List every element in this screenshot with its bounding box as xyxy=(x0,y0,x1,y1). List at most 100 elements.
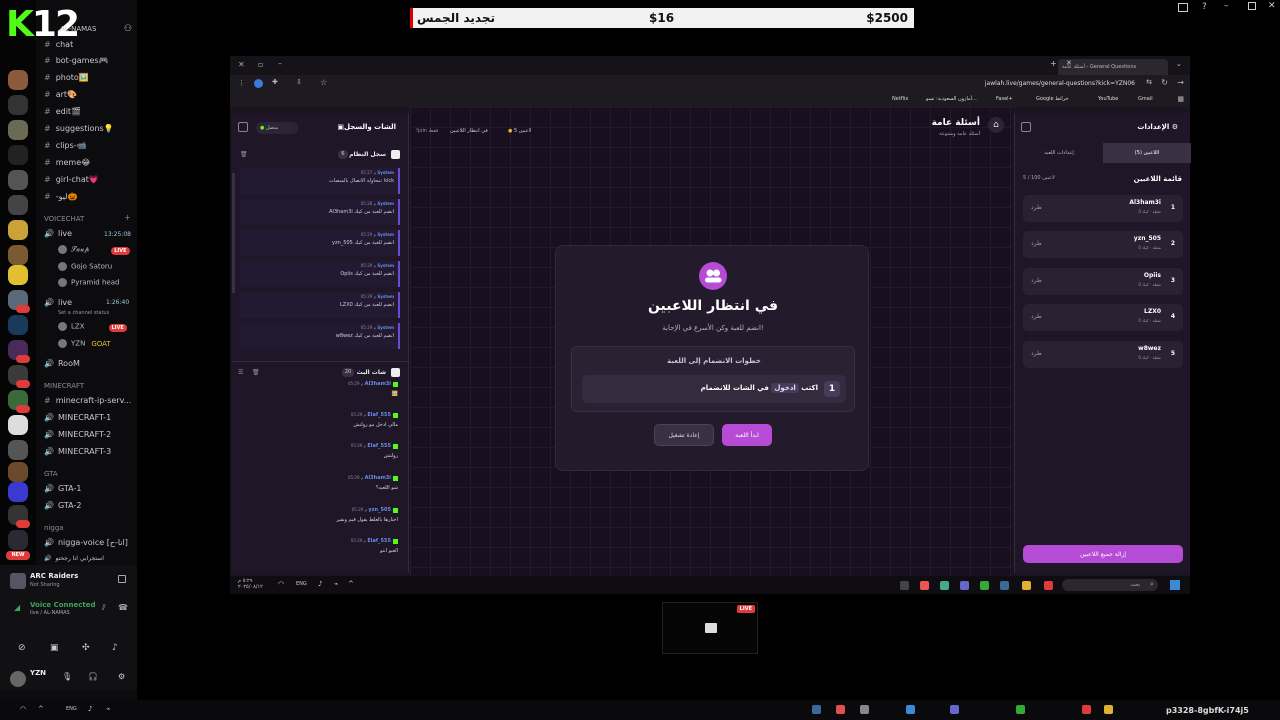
app-icon[interactable] xyxy=(906,705,915,714)
tab-list-icon[interactable]: ⌄ xyxy=(1176,60,1182,68)
server-icon[interactable] xyxy=(8,70,28,90)
share-icon[interactable] xyxy=(118,575,126,583)
maximize-window-icon[interactable]: ▫ xyxy=(258,60,263,69)
speaker-icon[interactable]: ♪ xyxy=(88,705,92,713)
voice-channel-nigga[interactable]: 🔊 nigga-voice [انا-ح] xyxy=(44,538,128,547)
channel-status[interactable]: Set a channel status xyxy=(58,310,109,316)
reload-icon[interactable]: ↻ xyxy=(1161,78,1168,87)
xbox-icon[interactable] xyxy=(1016,705,1025,714)
activities-icon[interactable]: ✣ xyxy=(82,643,90,653)
channel-meme[interactable]: # meme😂 xyxy=(44,158,90,167)
channel-art[interactable]: # art🎨 xyxy=(44,90,77,99)
filter-icon[interactable]: ☰ xyxy=(238,369,243,376)
channel-minecraft-ip[interactable]: # minecraft-ip-serv... xyxy=(44,396,131,405)
kick-player-button[interactable]: طرد xyxy=(1031,204,1042,211)
server-icon[interactable] xyxy=(8,482,28,502)
language-indicator[interactable]: ENG xyxy=(66,706,77,712)
server-icon[interactable] xyxy=(8,120,28,140)
log-scrollbar[interactable] xyxy=(232,173,235,293)
tab-players[interactable]: اللاعبين (5) xyxy=(1103,143,1191,163)
home-icon[interactable]: ⌂ xyxy=(988,117,1004,133)
gear-icon[interactable]: ⚙ xyxy=(118,672,125,681)
channel-edit[interactable]: # edit🎬 xyxy=(44,107,81,116)
bookmark-gmail[interactable]: Gmail xyxy=(1138,96,1153,102)
voice-channel-2[interactable]: 🔊 استجرابي انا رجحتو xyxy=(44,555,104,562)
server-icon[interactable] xyxy=(8,195,28,215)
youtube-icon[interactable] xyxy=(1082,705,1091,714)
remove-all-players-button[interactable]: إزالة جميع اللاعبين xyxy=(1023,545,1183,563)
voice-channel-live[interactable]: 🔊 live xyxy=(44,229,72,238)
voice-channel-minecraft-3[interactable]: 🔊 MINECRAFT-3 xyxy=(44,447,111,456)
voice-channel-gta-1[interactable]: 🔊 GTA-1 xyxy=(44,484,81,493)
new-tab-icon[interactable]: + xyxy=(1050,59,1057,68)
voice-channel-name[interactable]: live / AL-NAMAS xyxy=(30,610,70,616)
avatar[interactable] xyxy=(10,671,26,687)
bookmark-star-icon[interactable]: ☆ xyxy=(320,78,327,87)
camera-off-icon[interactable]: ⊘ xyxy=(18,643,26,653)
clear-log-icon[interactable]: 🗑 xyxy=(240,151,248,158)
channel-chat[interactable]: # chat xyxy=(44,40,73,49)
voice-channel-room[interactable]: 🔊 RooM xyxy=(44,359,80,368)
server-icon[interactable] xyxy=(8,290,30,313)
voice-user[interactable]: YZN GOAT xyxy=(58,339,111,348)
channel-leo[interactable]: # -ليو🎃 xyxy=(44,192,78,201)
server-icon[interactable] xyxy=(8,220,28,240)
category-nigga[interactable]: nigga xyxy=(44,524,64,532)
language-indicator[interactable]: ENG xyxy=(296,581,307,587)
steam-icon[interactable] xyxy=(812,705,821,714)
voice-user[interactable]: LZX LIVE xyxy=(58,322,127,332)
category-voicechat[interactable]: VOICECHAT xyxy=(44,215,84,223)
signal-icon[interactable]: ◢ xyxy=(14,603,20,612)
windows-start-icon[interactable] xyxy=(1170,580,1180,590)
close-window-icon[interactable]: ✕ xyxy=(238,60,245,69)
kick-player-button[interactable]: طرد xyxy=(1031,240,1042,247)
server-icon[interactable] xyxy=(8,170,28,190)
tab-active[interactable]: أسئلة عامة - General Questions xyxy=(1058,59,1168,75)
channel-girl-chat[interactable]: # girl-chat💗 xyxy=(44,175,99,184)
server-icon[interactable] xyxy=(8,440,28,460)
app-icon[interactable] xyxy=(860,705,869,714)
category-gta[interactable]: GTA xyxy=(44,470,58,478)
server-icon[interactable] xyxy=(8,265,28,285)
server-icon[interactable] xyxy=(8,145,28,165)
steam-icon[interactable] xyxy=(1000,581,1009,590)
help-icon[interactable]: ? xyxy=(1202,2,1207,12)
wifi-icon[interactable]: ◠ xyxy=(278,580,284,588)
profile-icon[interactable] xyxy=(254,79,263,88)
voice-user[interactable]: Gojo Satoru xyxy=(58,262,112,271)
battery-icon[interactable]: ⌁ xyxy=(334,580,338,588)
url-field[interactable]: jawlah.live/games/general-questions?kick… xyxy=(985,80,1135,87)
close-icon[interactable]: ✕ xyxy=(1268,1,1276,11)
collapse-settings-icon[interactable] xyxy=(1021,122,1031,132)
folder-icon[interactable] xyxy=(1022,581,1031,590)
category-minecraft[interactable]: MINECRAFT xyxy=(44,382,84,390)
soundboard-icon[interactable]: ♪ xyxy=(112,643,118,653)
channel-photo[interactable]: # photo🖼️ xyxy=(44,73,89,82)
server-icon[interactable] xyxy=(8,245,28,265)
bookmark-amazon[interactable]: أمازون السعودية: تسو... xyxy=(926,96,977,102)
disconnect-icon[interactable]: ☎ xyxy=(118,603,128,612)
server-icon[interactable] xyxy=(8,315,28,335)
server-icon[interactable] xyxy=(8,505,30,528)
kick-player-button[interactable]: طرد xyxy=(1031,277,1042,284)
xbox-icon[interactable] xyxy=(980,581,989,590)
taskbar-search[interactable]: بحث xyxy=(1062,579,1158,591)
brave-icon[interactable] xyxy=(920,581,929,590)
start-game-button[interactable]: ابدأ اللعبة xyxy=(722,424,772,446)
channel-bot-games[interactable]: # bot-games🎮 xyxy=(44,56,109,65)
chevron-up-icon[interactable]: ^ xyxy=(38,705,44,713)
youtube-icon[interactable] xyxy=(1044,581,1053,590)
speaker-icon[interactable]: ♪ xyxy=(318,580,322,588)
extensions-icon[interactable]: ✚ xyxy=(272,78,278,86)
apps-grid-icon[interactable]: ▦ xyxy=(1177,95,1184,103)
minimize-icon[interactable]: – xyxy=(1224,1,1229,11)
bookmark-fasel[interactable]: Fasel+ xyxy=(996,96,1013,102)
battery-icon[interactable]: ⌁ xyxy=(106,705,110,713)
voice-channel-minecraft-1[interactable]: 🔊 MINECRAFT-1 xyxy=(44,413,111,422)
bookmark-netflix[interactable]: Netflix xyxy=(892,96,908,102)
wifi-icon[interactable]: ◠ xyxy=(20,705,26,713)
app-icon[interactable] xyxy=(900,581,909,590)
server-icon[interactable] xyxy=(8,530,28,550)
search-icon[interactable]: ⌕ xyxy=(1150,580,1154,589)
username[interactable]: YZN xyxy=(30,669,46,677)
